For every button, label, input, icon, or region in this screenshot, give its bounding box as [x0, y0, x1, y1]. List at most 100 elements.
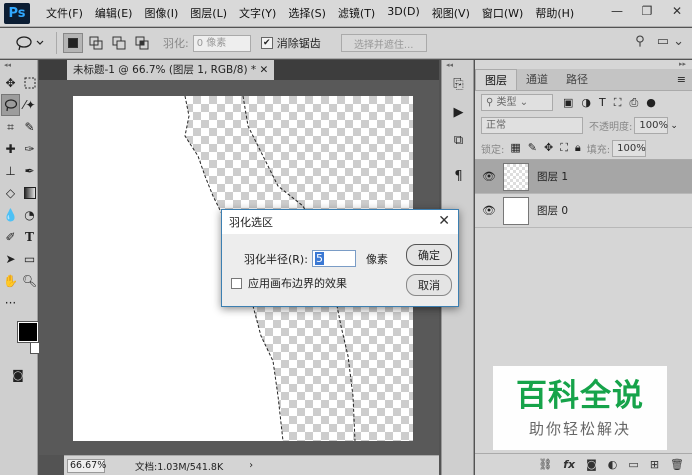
layer-row[interactable]: 👁︎ 图层 1: [475, 160, 692, 194]
link-icon[interactable]: ⛓: [538, 458, 552, 471]
filter-type-icon[interactable]: T: [599, 96, 606, 110]
dock-grip-icon[interactable]: ◂◂: [442, 60, 473, 70]
empty-slot: [20, 292, 39, 314]
layer-row[interactable]: 👁︎ 图层 0: [475, 194, 692, 228]
blend-mode-select[interactable]: 正常: [481, 117, 583, 134]
magic-wand-tool-icon[interactable]: ⁄✦: [20, 94, 39, 116]
workspace-icon[interactable]: ▭ ⌄: [657, 34, 684, 49]
menu-help[interactable]: 帮助(H): [529, 5, 580, 21]
zoom-level-field[interactable]: 66.67%: [67, 458, 106, 473]
cancel-button[interactable]: 取消: [406, 274, 452, 296]
antialias-checkbox[interactable]: ✔: [260, 37, 273, 49]
pen-tool-icon[interactable]: ✐: [1, 226, 20, 248]
lock-image-icon[interactable]: ✎: [528, 141, 537, 155]
eyedropper-tool-icon[interactable]: ✎: [20, 116, 39, 138]
mask-icon[interactable]: ◙: [586, 458, 597, 471]
healing-brush-tool-icon[interactable]: ✚: [1, 138, 20, 160]
feather-input[interactable]: 0 像素: [192, 34, 251, 52]
filter-toggle-icon[interactable]: ●: [646, 96, 656, 110]
filter-smart-icon[interactable]: ⎙: [629, 96, 638, 110]
intersect-selection-icon[interactable]: [132, 33, 152, 53]
history-brush-tool-icon[interactable]: ✒: [20, 160, 39, 182]
minimize-button[interactable]: —: [602, 0, 632, 22]
document-tab[interactable]: 未标题-1 @ 66.7% (图层 1, RGB/8) * ✕: [67, 60, 275, 80]
status-menu-icon[interactable]: ›: [249, 460, 253, 471]
lock-position-icon[interactable]: ✥: [544, 141, 553, 155]
lock-transparent-icon[interactable]: ▦: [510, 141, 520, 155]
ok-button[interactable]: 确定: [406, 244, 452, 266]
tab-layers[interactable]: 图层: [475, 69, 517, 90]
filter-shape-icon[interactable]: ⛶: [614, 96, 622, 110]
crop-tool-icon[interactable]: ⌗: [1, 116, 20, 138]
search-icon[interactable]: ⚲: [635, 34, 645, 49]
document-tab-bar: 未标题-1 @ 66.7% (图层 1, RGB/8) * ✕: [39, 60, 439, 80]
type-tool-icon[interactable]: T: [20, 226, 39, 248]
visibility-eye-icon[interactable]: 👁︎: [475, 170, 503, 183]
menu-view[interactable]: 视图(V): [426, 5, 476, 21]
add-selection-icon[interactable]: [86, 33, 106, 53]
filter-adjustment-icon[interactable]: ◑: [581, 96, 591, 110]
opacity-label: 不透明度:: [589, 122, 633, 133]
folder-icon[interactable]: ▭: [628, 458, 638, 471]
feather-radius-input[interactable]: 5: [311, 250, 356, 267]
panel-grip-icon[interactable]: ◂◂: [0, 60, 37, 70]
opacity-dropdown-icon[interactable]: ⌄: [670, 121, 678, 131]
blur-tool-icon[interactable]: 💧: [1, 204, 20, 226]
menu-layer[interactable]: 图层(L): [184, 5, 233, 21]
trash-icon[interactable]: 🗑︎: [670, 458, 684, 471]
menu-select[interactable]: 选择(S): [282, 5, 332, 21]
menu-filter[interactable]: 滤镜(T): [332, 5, 381, 21]
close-window-button[interactable]: ✕: [662, 0, 692, 22]
history-panel-icon[interactable]: ⎘: [442, 70, 475, 98]
quick-mask-icon[interactable]: ◙: [0, 364, 36, 386]
menu-file[interactable]: 文件(F): [40, 5, 89, 21]
select-and-mask-button[interactable]: 选择并遮住...: [340, 34, 427, 52]
adjustment-icon[interactable]: ◐: [608, 458, 618, 471]
clone-stamp-tool-icon[interactable]: ⊥: [1, 160, 20, 182]
zoom-tool-icon[interactable]: 🔍︎: [20, 270, 39, 292]
menu-window[interactable]: 窗口(W): [476, 5, 529, 21]
more-tools-icon[interactable]: ···: [1, 292, 20, 314]
shape-tool-icon[interactable]: ▭: [20, 248, 39, 270]
brush-tool-icon[interactable]: ✑: [20, 138, 39, 160]
fill-input[interactable]: 100%: [612, 139, 647, 157]
actions-panel-icon[interactable]: ▶: [442, 98, 475, 126]
tab-paths[interactable]: 路径: [557, 69, 597, 90]
path-selection-tool-icon[interactable]: ➤: [1, 248, 20, 270]
lasso-tool-preset-icon[interactable]: [10, 31, 50, 55]
menu-edit[interactable]: 编辑(E): [89, 5, 139, 21]
menu-3d[interactable]: 3D(D): [381, 5, 426, 21]
panel-menu-icon[interactable]: ≡: [677, 73, 686, 86]
hand-tool-icon[interactable]: ✋: [1, 270, 20, 292]
new-selection-icon[interactable]: [63, 33, 83, 53]
new-layer-icon[interactable]: ⊞: [650, 458, 659, 471]
foreground-color-swatch[interactable]: [17, 321, 39, 343]
apply-canvas-bounds-checkbox[interactable]: [231, 277, 242, 289]
status-bar: 66.67% 文档:1.03M/541.8K ›: [64, 455, 439, 475]
restore-button[interactable]: ❐: [632, 0, 662, 22]
lasso-tool-icon[interactable]: [1, 94, 20, 116]
tool-grid: ✥ ⁄✦ ⌗ ✎ ✚ ✑ ⊥ ✒ ◇ 💧 ◔ ✐ T ➤ ▭ ✋ 🔍︎ ···: [0, 70, 37, 314]
filter-kind-select[interactable]: ⚲ 类型 ⌄: [481, 94, 553, 111]
fx-icon[interactable]: fx: [563, 458, 575, 471]
close-icon[interactable]: ✕: [438, 213, 450, 229]
subtract-selection-icon[interactable]: [109, 33, 129, 53]
panel-collapse-icon[interactable]: ▸▸: [475, 60, 692, 69]
lock-artboard-icon[interactable]: ⛶: [560, 141, 568, 155]
properties-panel-icon[interactable]: ⧉: [442, 126, 475, 154]
marquee-tool-icon[interactable]: [20, 72, 39, 94]
tab-channels[interactable]: 通道: [517, 69, 557, 90]
opacity-input[interactable]: 100%: [634, 117, 669, 134]
menu-image[interactable]: 图像(I): [138, 5, 184, 21]
close-tab-icon[interactable]: ✕: [260, 64, 269, 76]
lock-all-icon[interactable]: 🔒︎: [575, 141, 581, 155]
dodge-tool-icon[interactable]: ◔: [20, 204, 39, 226]
eraser-tool-icon[interactable]: ◇: [1, 182, 20, 204]
move-tool-icon[interactable]: ✥: [1, 72, 20, 94]
watermark-subtitle: 助你轻松解决: [528, 419, 631, 438]
paragraph-panel-icon[interactable]: ¶: [442, 162, 475, 190]
gradient-tool-icon[interactable]: [20, 182, 39, 204]
visibility-eye-icon[interactable]: 👁︎: [475, 204, 503, 217]
menu-type[interactable]: 文字(Y): [233, 5, 282, 21]
filter-pixel-icon[interactable]: ▣: [563, 96, 573, 110]
